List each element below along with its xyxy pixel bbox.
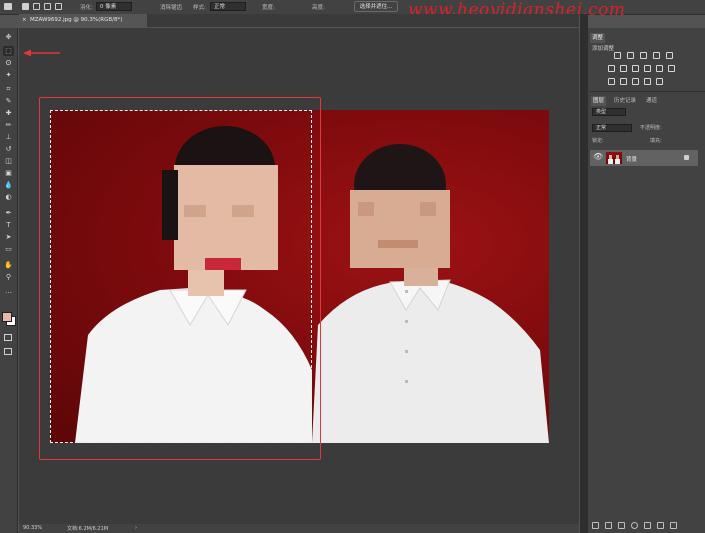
document-title: MZAW9692.jpg @ 90.3%(RGB/8*) [30, 17, 123, 23]
levels-icon[interactable] [627, 52, 634, 59]
photo-filter-icon[interactable] [644, 65, 651, 72]
tab-adjustments[interactable]: 调整 [590, 33, 606, 43]
add-selection-icon[interactable] [33, 3, 40, 10]
adjustments-title: 添加调整 [592, 46, 615, 52]
height-label: 高度: [312, 5, 325, 11]
document-info[interactable]: 文档:6.2M/6.21M [67, 525, 108, 532]
antialias-label[interactable]: 消除锯齿 [160, 3, 182, 11]
subtract-selection-icon[interactable] [44, 3, 51, 10]
magic-wand-tool-icon[interactable]: ✦ [3, 70, 14, 80]
layer-name[interactable]: 背景 [626, 155, 637, 163]
healing-brush-tool-icon[interactable]: ✚ [3, 108, 14, 118]
move-tool-icon[interactable]: ✥ [3, 32, 14, 42]
exposure-icon[interactable] [653, 52, 660, 59]
tab-channels[interactable]: 通道 [646, 96, 657, 106]
adjustment-layer-icon[interactable] [631, 522, 638, 529]
brush-tool-icon[interactable]: ✏ [3, 120, 14, 130]
layer-lock-icon [684, 155, 689, 160]
new-selection-icon[interactable] [22, 3, 29, 10]
width-label: 宽度: [262, 5, 275, 11]
pen-tool-icon[interactable]: ✒ [3, 208, 14, 218]
eyedropper-tool-icon[interactable]: ✎ [3, 96, 14, 106]
tools-panel: ✥ ⬚ ʘ ✦ ⌗ ✎ ✚ ✏ ⊥ ↺ ◫ ▣ 💧 ◐ ✒ T ➤ ▭ ✋ ⚲ … [0, 28, 18, 533]
more-tools-icon[interactable]: … [3, 286, 14, 296]
layer-style-icon[interactable] [605, 522, 612, 529]
tab-history[interactable]: 历史记录 [614, 96, 636, 106]
delete-layer-icon[interactable] [670, 522, 677, 529]
gradient-map-icon[interactable] [644, 78, 651, 85]
vibrance-icon[interactable] [666, 52, 673, 59]
new-layer-icon[interactable] [657, 522, 664, 529]
new-group-icon[interactable] [644, 522, 651, 529]
curves-icon[interactable] [640, 52, 647, 59]
selective-color-icon[interactable] [656, 78, 663, 85]
rectangle-tool-icon[interactable]: ▭ [3, 244, 14, 254]
feather-input[interactable]: 0 像素 [96, 2, 132, 11]
black-white-icon[interactable] [632, 65, 639, 72]
posterize-icon[interactable] [620, 78, 627, 85]
path-selection-tool-icon[interactable]: ➤ [3, 232, 14, 242]
marquee-tool-icon[interactable]: ⬚ [3, 46, 14, 56]
lock-label: 锁定: [592, 138, 604, 144]
gradient-tool-icon[interactable]: ▣ [3, 168, 14, 178]
channel-mixer-icon[interactable] [656, 65, 663, 72]
tab-close-icon[interactable]: × [22, 14, 27, 27]
brightness-icon[interactable] [614, 52, 621, 59]
marquee-preset-icon[interactable] [4, 3, 12, 10]
fill-label: 填充: [650, 138, 662, 144]
invert-icon[interactable] [608, 78, 615, 85]
tab-layers[interactable]: 图层 [591, 96, 607, 106]
intersect-selection-icon[interactable] [55, 3, 62, 10]
highlight-annotation-box [39, 97, 321, 460]
blend-mode-select[interactable]: 正常 [592, 124, 632, 132]
zoom-level[interactable]: 90.33% [23, 525, 42, 531]
color-balance-icon[interactable] [620, 65, 627, 72]
select-and-mask-button[interactable]: 选择并遮住... [354, 1, 398, 12]
layer-thumbnail[interactable] [606, 152, 622, 164]
style-label: 样式: [193, 5, 206, 11]
threshold-icon[interactable] [632, 78, 639, 85]
type-tool-icon[interactable]: T [3, 220, 14, 230]
feather-label: 羽化: [80, 5, 93, 11]
style-select[interactable]: 正常 [210, 2, 246, 11]
panel-gutter [580, 14, 588, 533]
layer-kind-filter[interactable]: 类型 [592, 108, 626, 116]
status-bar: 90.33% 文档:6.2M/6.21M › [19, 524, 579, 533]
lasso-tool-icon[interactable]: ʘ [3, 58, 14, 68]
visibility-eye-icon[interactable]: 👁 [593, 152, 603, 161]
crop-tool-icon[interactable]: ⌗ [3, 84, 14, 94]
hand-tool-icon[interactable]: ✋ [3, 260, 14, 270]
quick-mask-icon[interactable] [4, 334, 12, 341]
foreground-color-swatch[interactable] [2, 312, 12, 322]
dodge-tool-icon[interactable]: ◐ [3, 192, 14, 202]
document-tab[interactable]: × MZAW9692.jpg @ 90.3%(RGB/8*) [19, 14, 147, 27]
blur-tool-icon[interactable]: 💧 [3, 180, 14, 190]
color-lookup-icon[interactable] [668, 65, 675, 72]
hue-saturation-icon[interactable] [608, 65, 615, 72]
link-layers-icon[interactable] [592, 522, 599, 529]
zoom-tool-icon[interactable]: ⚲ [3, 272, 14, 282]
clone-stamp-tool-icon[interactable]: ⊥ [3, 132, 14, 142]
layer-mask-icon[interactable] [618, 522, 625, 529]
annotation-arrow-icon [23, 49, 60, 57]
status-menu-chevron-icon[interactable]: › [135, 525, 137, 531]
history-brush-tool-icon[interactable]: ↺ [3, 144, 14, 154]
opacity-label: 不透明度: [640, 125, 662, 131]
eraser-tool-icon[interactable]: ◫ [3, 156, 14, 166]
screen-mode-icon[interactable] [4, 348, 12, 355]
